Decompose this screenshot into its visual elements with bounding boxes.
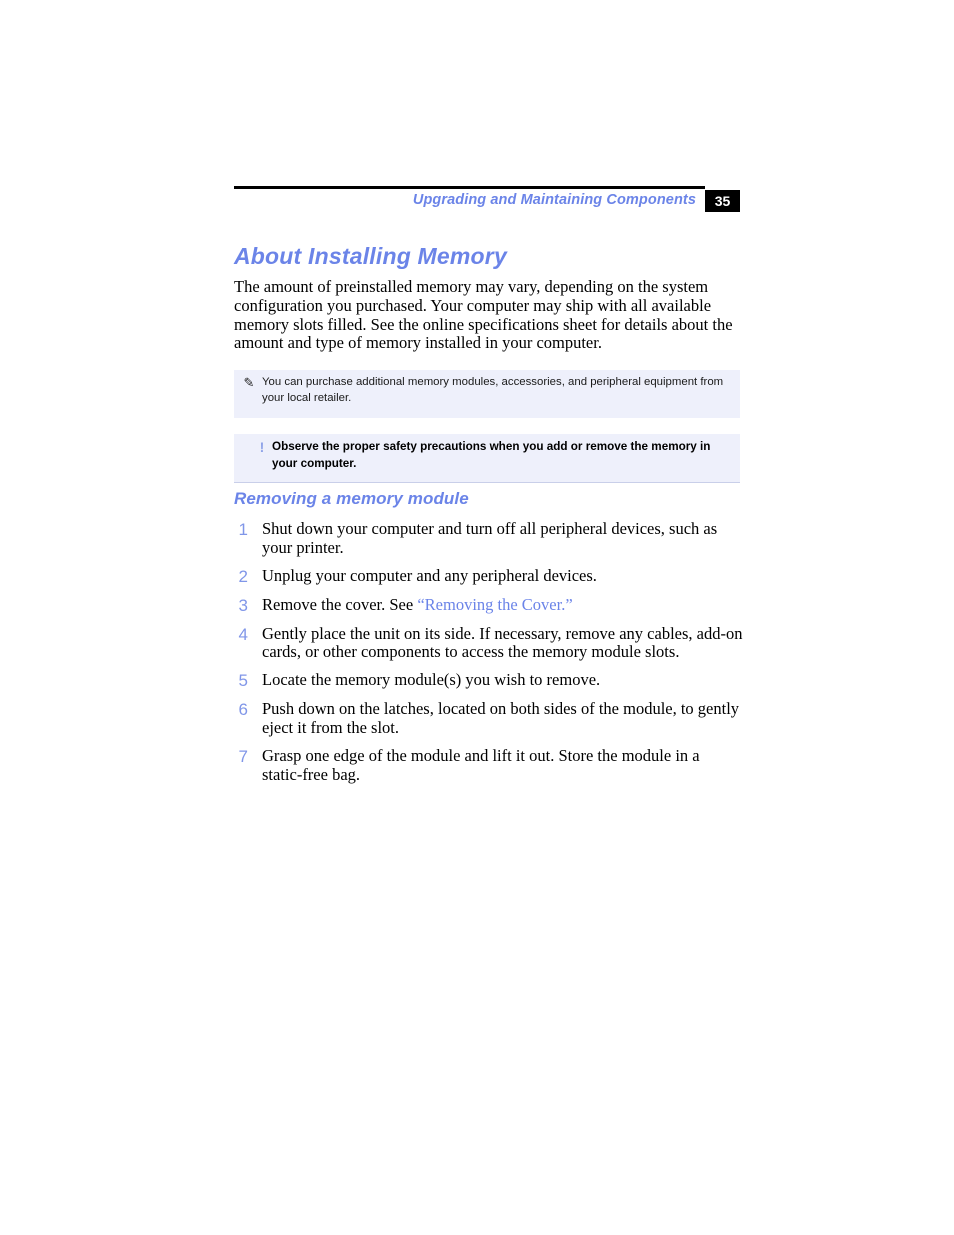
list-item: 5 Locate the memory module(s) you wish t… (234, 670, 744, 691)
warning-callout: ! Observe the proper safety precautions … (234, 434, 740, 483)
list-item: 4 Gently place the unit on its side. If … (234, 623, 744, 663)
intro-paragraph: The amount of preinstalled memory may va… (234, 277, 733, 353)
step-number: 3 (238, 595, 248, 615)
step-number: 7 (238, 746, 248, 766)
step-text: Unplug your computer and any peripheral … (262, 565, 597, 585)
exclamation-icon: ! (259, 439, 265, 455)
header-rule (234, 186, 705, 189)
step-text: Remove the cover. See “Removing the Cove… (262, 594, 744, 615)
list-item: 6 Push down on the latches, located on b… (234, 699, 744, 738)
list-item: 3 Remove the cover. See “Removing the Co… (234, 594, 744, 616)
note-callout: ✎ You can purchase additional memory mod… (234, 370, 740, 418)
page-number-badge: 35 (705, 190, 740, 212)
note-text: You can purchase additional memory modul… (262, 376, 724, 404)
step-number: 1 (238, 520, 248, 539)
running-header-title: Upgrading and Maintaining Components (412, 192, 696, 208)
document-page: Upgrading and Maintaining Components 3 5 … (0, 0, 954, 1235)
list-item: 7 Grasp one edge of the module and lift … (234, 745, 744, 785)
page-number-text: 35 (714, 193, 731, 209)
procedure-list: 1 Shut down your computer and turn off a… (234, 519, 744, 793)
page-title: About Installing Memory (234, 243, 507, 269)
step-text-lead: Remove the cover. See (262, 594, 418, 614)
warning-text: Observe the proper safety precautions wh… (272, 440, 711, 470)
section-subheading: Removing a memory module (234, 489, 469, 508)
step-text: Gently place the unit on its side. If ne… (262, 623, 743, 662)
step-number: 2 (238, 566, 248, 586)
step-number: 5 (238, 671, 248, 691)
step-text: Locate the memory module(s) you wish to … (262, 670, 601, 690)
step-number: 4 (238, 624, 248, 644)
step-number: 6 (238, 700, 248, 720)
page-header: Upgrading and Maintaining Components (234, 186, 740, 220)
step-text: Shut down your computer and turn off all… (262, 519, 718, 557)
list-item: 2 Unplug your computer and any periphera… (234, 565, 744, 587)
cross-reference-link[interactable]: “Removing the Cover.” (417, 595, 572, 614)
step-text: Grasp one edge of the module and lift it… (262, 745, 700, 784)
pencil-icon: ✎ (243, 376, 255, 391)
step-text: Push down on the latches, located on bot… (262, 699, 740, 737)
list-item: 1 Shut down your computer and turn off a… (234, 519, 744, 558)
